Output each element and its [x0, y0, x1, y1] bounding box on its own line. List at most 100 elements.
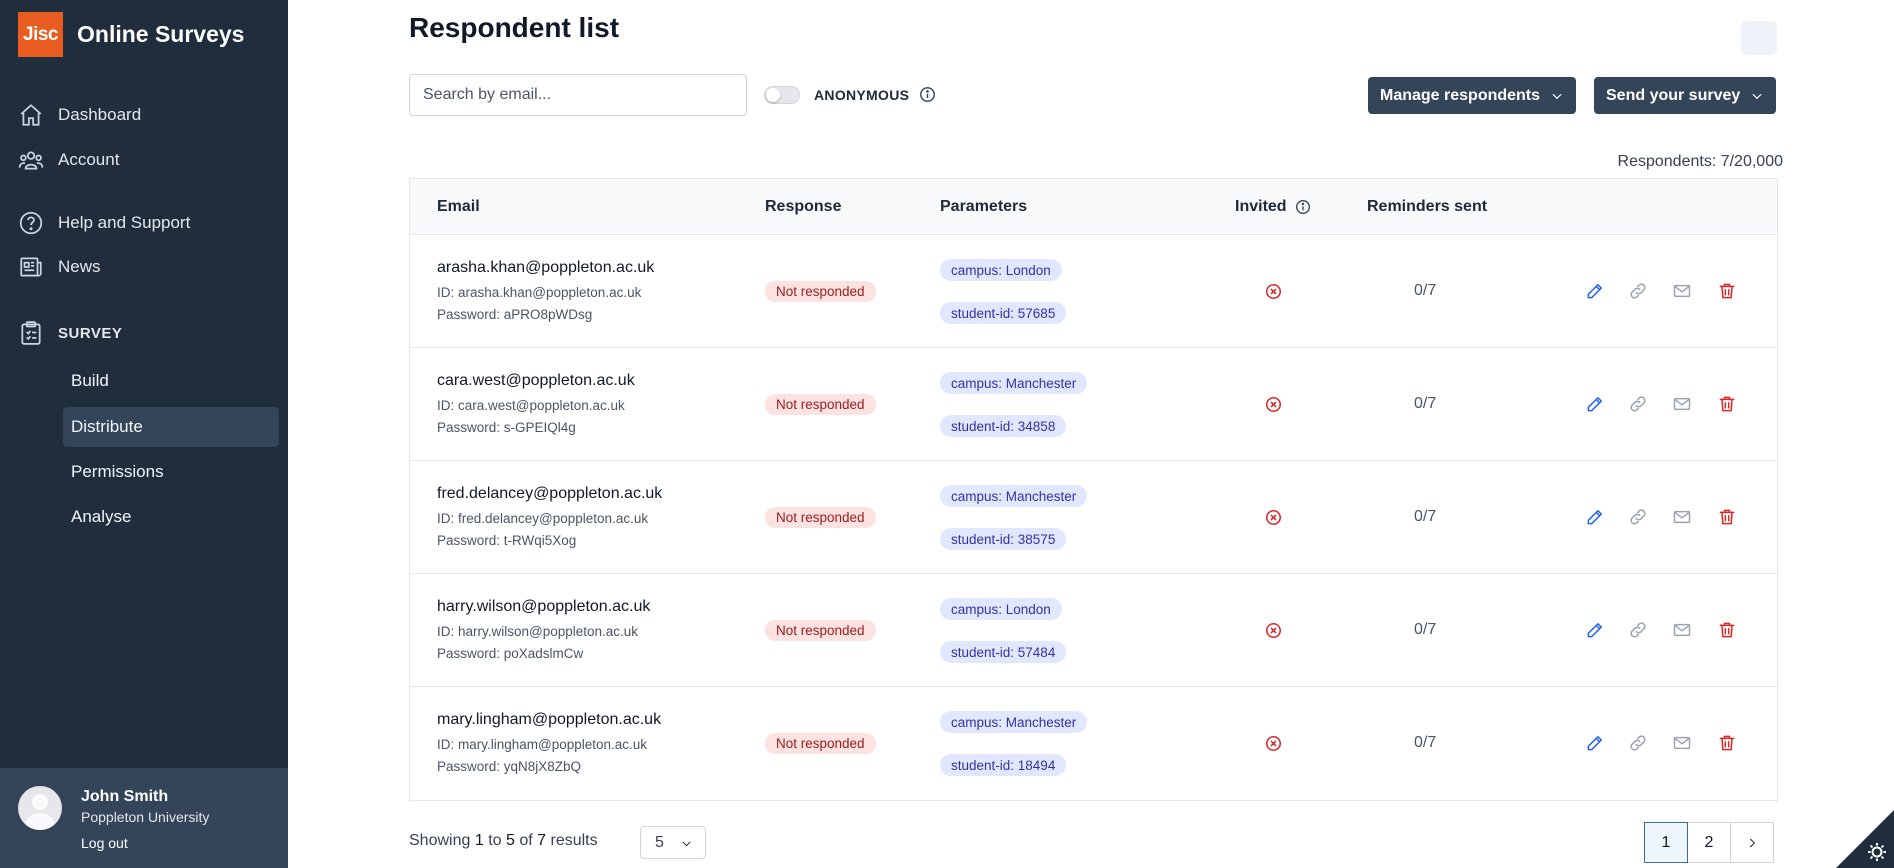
mail-icon — [1673, 397, 1691, 411]
sidebar-subitem-analyse[interactable]: Analyse — [63, 497, 279, 537]
parameter-chip-campus: campus: Manchester — [940, 711, 1088, 733]
delete-respondent-button[interactable] — [1717, 733, 1737, 753]
user-org: Poppleton University — [81, 809, 210, 825]
response-status-badge: Not responded — [765, 394, 876, 415]
link-icon — [1630, 283, 1646, 299]
response-status-badge: Not responded — [765, 620, 876, 641]
parameter-chip-student-id: student-id: 57484 — [940, 641, 1067, 663]
pencil-icon — [1587, 284, 1602, 299]
anonymous-label: ANONYMOUS — [814, 87, 910, 103]
results-word: results — [550, 832, 598, 849]
sidebar-item-news[interactable]: News — [18, 252, 101, 282]
sidebar-item-help[interactable]: Help and Support — [18, 208, 190, 238]
parameter-chip-student-id: student-id: 18494 — [940, 754, 1067, 776]
edit-respondent-button[interactable] — [1585, 394, 1605, 414]
chevron-down-icon — [1752, 93, 1762, 99]
news-icon — [20, 257, 42, 277]
parameter-chip-student-id: student-id: 34858 — [940, 415, 1067, 437]
respondent-email: harry.wilson@poppleton.ac.uk — [437, 598, 651, 615]
page-button-2[interactable]: 2 — [1687, 822, 1731, 863]
clipboard-icon — [21, 321, 41, 345]
per-page-value: 5 — [655, 833, 664, 851]
respondents-count: Respondents: 7/20,000 — [1617, 153, 1783, 170]
mail-icon — [1673, 284, 1691, 298]
reminders-sent: 0/7 — [1414, 395, 1437, 412]
next-page-button[interactable] — [1730, 822, 1774, 863]
sidebar-subitem-distribute[interactable]: Distribute — [63, 407, 279, 447]
anonymous-toggle[interactable] — [764, 86, 800, 104]
help-icon — [19, 211, 43, 235]
results-from: 1 — [474, 832, 484, 849]
search-input[interactable] — [409, 74, 747, 116]
response-status-badge: Not responded — [765, 507, 876, 528]
not-invited-icon — [1265, 396, 1282, 413]
respondent-id: ID: harry.wilson@poppleton.ac.uk — [437, 624, 639, 639]
copy-link-button[interactable] — [1628, 394, 1648, 414]
pencil-icon — [1587, 736, 1602, 751]
sidebar-section-survey: SURVEY — [18, 320, 122, 346]
info-icon[interactable] — [919, 86, 936, 103]
table-row: harry.wilson@poppleton.ac.uk ID: harry.w… — [410, 574, 1777, 687]
edit-respondent-button[interactable] — [1585, 620, 1605, 640]
manage-respondents-button[interactable]: Manage respondents — [1368, 77, 1577, 114]
respondent-id: ID: arasha.khan@poppleton.ac.uk — [437, 285, 642, 300]
pencil-icon — [1587, 510, 1602, 525]
sidebar-item-dashboard[interactable]: Dashboard — [18, 100, 141, 130]
respondent-table: Email Response Parameters Invited Remind… — [409, 178, 1778, 801]
trash-icon — [1719, 396, 1735, 412]
logout-link[interactable]: Log out — [81, 835, 128, 851]
reminders-sent: 0/7 — [1414, 508, 1437, 525]
parameter-chip-campus: campus: London — [940, 598, 1062, 620]
avatar — [18, 786, 62, 830]
edit-respondent-button[interactable] — [1585, 733, 1605, 753]
per-page-select[interactable]: 5 — [640, 826, 706, 859]
brand[interactable]: Jisc Online Surveys — [18, 12, 244, 57]
info-icon[interactable] — [1295, 199, 1311, 215]
email-respondent-button[interactable] — [1672, 733, 1692, 753]
main-content: Respondent list ANONYMOUS Manage respond… — [288, 0, 1894, 868]
results-to: 5 — [505, 832, 515, 849]
not-invited-icon — [1265, 735, 1282, 752]
home-icon — [20, 104, 42, 126]
header-action-box[interactable] — [1741, 21, 1777, 55]
button-label: Send your survey — [1606, 86, 1741, 104]
mail-icon — [1673, 510, 1691, 524]
send-survey-button[interactable]: Send your survey — [1594, 77, 1777, 114]
reminders-sent: 0/7 — [1414, 734, 1437, 751]
col-invited-label: Invited — [1235, 198, 1287, 215]
table-header: Email Response Parameters Invited Remind… — [410, 179, 1777, 235]
email-respondent-button[interactable] — [1672, 394, 1692, 414]
section-label: SURVEY — [58, 324, 123, 342]
users-icon — [18, 151, 44, 170]
not-invited-icon — [1265, 509, 1282, 526]
parameter-chip-student-id: student-id: 38575 — [940, 528, 1067, 550]
settings-gear-icon[interactable] — [1836, 810, 1894, 868]
delete-respondent-button[interactable] — [1717, 394, 1737, 414]
parameter-chip-campus: campus: Manchester — [940, 485, 1088, 507]
email-respondent-button[interactable] — [1672, 620, 1692, 640]
email-respondent-button[interactable] — [1672, 281, 1692, 301]
not-invited-icon — [1265, 283, 1282, 300]
delete-respondent-button[interactable] — [1717, 507, 1737, 527]
button-label: Manage respondents — [1380, 86, 1541, 104]
results-summary: Showing 1 to 5 of 7 results — [409, 832, 598, 850]
sidebar-subitem-build[interactable]: Build — [63, 361, 279, 401]
edit-respondent-button[interactable] — [1585, 507, 1605, 527]
copy-link-button[interactable] — [1628, 281, 1648, 301]
page-button-1[interactable]: 1 — [1644, 822, 1688, 863]
copy-link-button[interactable] — [1628, 507, 1648, 527]
sidebar-subitem-permissions[interactable]: Permissions — [63, 452, 279, 492]
respondent-email: mary.lingham@poppleton.ac.uk — [437, 711, 662, 728]
delete-respondent-button[interactable] — [1717, 620, 1737, 640]
response-status-badge: Not responded — [765, 733, 876, 754]
reminders-sent: 0/7 — [1414, 621, 1437, 638]
user-panel: John Smith Poppleton University Log out — [0, 768, 288, 868]
mail-icon — [1673, 736, 1691, 750]
copy-link-button[interactable] — [1628, 620, 1648, 640]
copy-link-button[interactable] — [1628, 733, 1648, 753]
email-respondent-button[interactable] — [1672, 507, 1692, 527]
edit-respondent-button[interactable] — [1585, 281, 1605, 301]
sidebar-item-account[interactable]: Account — [18, 145, 119, 175]
respondent-email: cara.west@poppleton.ac.uk — [437, 372, 635, 389]
delete-respondent-button[interactable] — [1717, 281, 1737, 301]
